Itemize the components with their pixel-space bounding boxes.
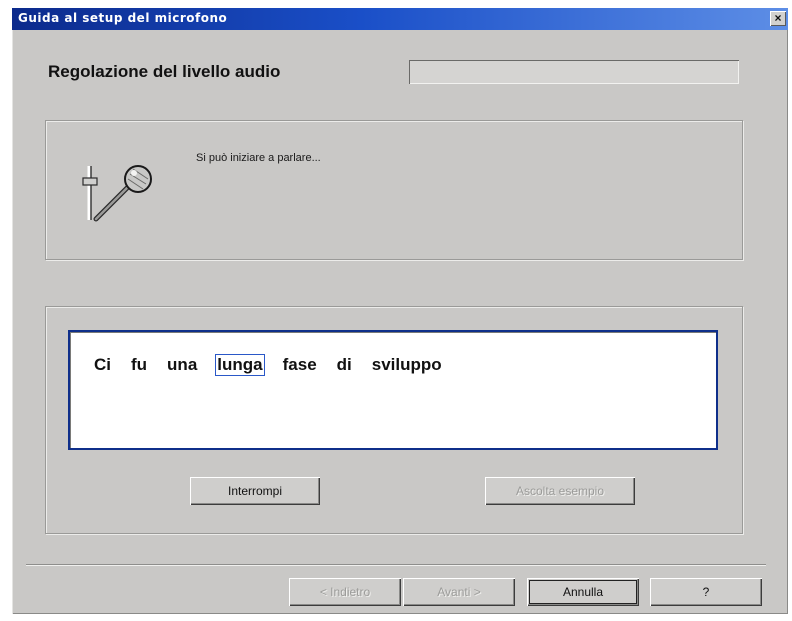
sample-sentence: Ci fu una lunga fase di sviluppo — [92, 354, 444, 376]
sample-word: fase — [282, 355, 317, 374]
sample-word: una — [167, 355, 198, 374]
sample-word: sviluppo — [371, 355, 442, 374]
current-word: lunga — [217, 355, 263, 374]
sample-word: Ci — [94, 355, 111, 374]
interrompi-button[interactable]: Interrompi — [190, 477, 320, 505]
help-button[interactable]: ? — [650, 578, 762, 606]
sample-sentence-box: Ci fu una lunga fase di sviluppo — [68, 330, 718, 450]
microphone-level-icon — [82, 165, 152, 222]
ascolta-esempio-button[interactable]: Ascolta esempio — [485, 477, 635, 505]
page-title: Regolazione del livello audio — [48, 62, 281, 81]
avanti-button[interactable]: Avanti > — [403, 578, 515, 606]
close-icon: × — [774, 11, 782, 25]
button-separator — [26, 564, 766, 566]
title-bar[interactable]: Guida al setup del microfono × — [12, 8, 788, 30]
window-title: Guida al setup del microfono — [18, 11, 228, 25]
sample-word: fu — [131, 355, 148, 374]
annulla-button[interactable]: Annulla — [527, 578, 639, 606]
close-button[interactable]: × — [770, 11, 786, 26]
indietro-button[interactable]: < Indietro — [289, 578, 401, 606]
audio-level-meter — [409, 60, 739, 84]
sample-word: di — [336, 355, 352, 374]
status-message: Si può iniziare a parlare... — [196, 152, 321, 164]
